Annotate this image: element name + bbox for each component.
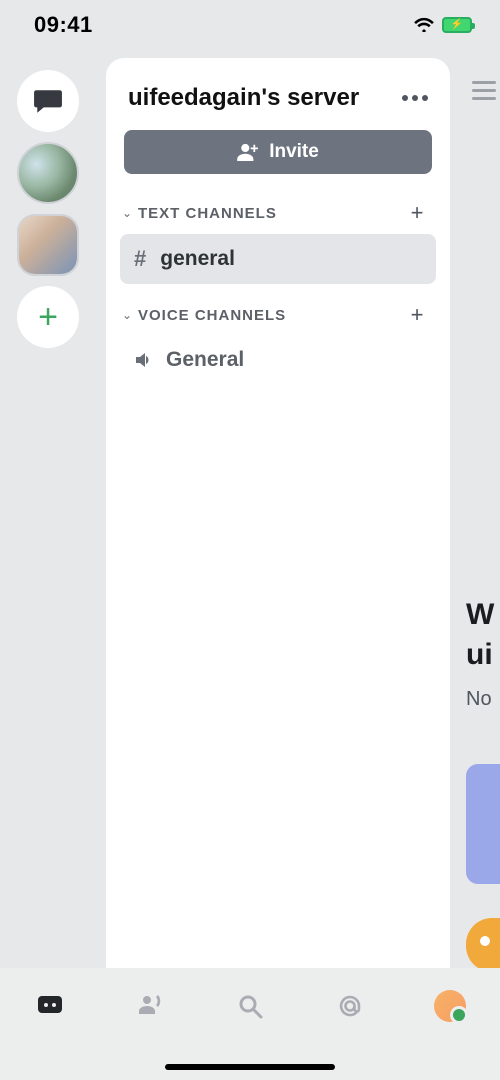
chevron-down-icon: ⌄ [120,308,134,322]
tab-bar [0,968,500,1080]
voice-channel-general[interactable]: General [120,336,436,384]
text-channels-label: TEXT CHANNELS [138,205,277,222]
at-icon [335,991,365,1021]
invite-button[interactable]: Invite [124,130,432,174]
voice-channels-label: VOICE CHANNELS [138,307,286,324]
peek-bot-avatar[interactable] [466,918,500,972]
server-title[interactable]: uifeedagain's server [128,84,359,112]
voice-channels-header[interactable]: ⌄ VOICE CHANNELS + [120,302,436,336]
server-rail: + [0,58,96,968]
add-server-button[interactable]: + [17,286,79,348]
profile-avatar [434,990,466,1022]
peek-panel[interactable]: W ui No [460,58,500,968]
wifi-icon [414,17,434,33]
waving-person-icon [135,991,165,1021]
peek-header[interactable] [464,58,500,122]
hash-icon: # [134,246,146,272]
voice-channels-section: ⌄ VOICE CHANNELS + General [106,284,450,384]
speaker-icon [134,351,152,369]
person-add-icon [237,143,259,161]
status-time: 09:41 [34,12,93,38]
search-icon [235,991,265,1021]
hamburger-icon [472,81,496,100]
text-channels-header[interactable]: ⌄ TEXT CHANNELS + [120,200,436,234]
tab-search[interactable] [220,986,280,1026]
direct-messages-button[interactable] [17,70,79,132]
channel-name: general [160,247,235,271]
discord-logo-icon [35,991,65,1021]
tab-friends[interactable] [120,986,180,1026]
tab-mentions[interactable] [320,986,380,1026]
battery-icon: ⚡ [442,17,472,33]
channel-list-panel: uifeedagain's server Invite ⌄ TEXT CHANN… [106,58,450,968]
home-indicator[interactable] [165,1064,335,1070]
tab-profile[interactable] [420,986,480,1026]
text-channel-general[interactable]: # general [120,234,436,284]
channel-name: General [166,348,244,372]
status-bar: 09:41 ⚡ [0,0,500,50]
peek-text: W ui No [466,598,494,711]
server-avatar-1[interactable] [17,142,79,204]
plus-icon: + [38,300,58,334]
panel-header: uifeedagain's server [106,58,450,130]
server-menu-button[interactable] [402,95,428,101]
server-avatar-2-image [19,216,77,274]
invite-button-label: Invite [269,141,319,163]
speech-bubble-icon [33,88,63,114]
server-avatar-2[interactable] [17,214,79,276]
chevron-down-icon: ⌄ [120,206,134,220]
charging-bolt-icon: ⚡ [451,20,463,30]
peek-card[interactable] [466,764,500,884]
status-icons: ⚡ [414,17,472,33]
add-voice-channel-button[interactable]: + [404,302,430,328]
text-channels-section: ⌄ TEXT CHANNELS + # general [106,174,450,284]
tab-home[interactable] [20,986,80,1026]
add-text-channel-button[interactable]: + [404,200,430,226]
